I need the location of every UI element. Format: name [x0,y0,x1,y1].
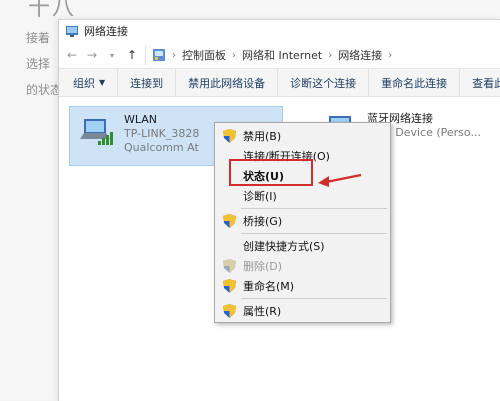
breadcrumb-separator-icon: › [232,49,236,61]
toolbar-organize-button[interactable]: 组织 ▼ [59,69,119,96]
toolbar-diagnose-button[interactable]: 诊断这个连接 [278,69,370,96]
status-highlight-box [229,159,313,186]
toolbar-label: 禁用此网络设备 [188,76,266,90]
toolbar-rename-button[interactable]: 重命名此连接 [369,69,461,96]
breadcrumb-item[interactable]: 控制面板 [182,47,226,63]
menu-item-label: 重命名(M) [243,280,295,293]
uac-shield-icon [223,259,236,273]
window-title: 网络连接 [84,25,128,38]
breadcrumb-separator-icon: › [328,49,333,61]
back-arrow-icon[interactable]: ← [65,48,79,62]
window-titlebar: 网络连接 [59,20,500,42]
menu-item-rename[interactable]: 重命名(M) [215,276,390,296]
background-text-line: 的状态 [26,83,63,97]
menu-item-label: 属性(R) [243,305,282,318]
toolbar-label: 查看此 [472,76,500,90]
menu-item-create-shortcut[interactable]: 创建快捷方式(S) [215,236,390,256]
forward-arrow-icon[interactable]: → [85,48,99,62]
uac-shield-icon [223,129,236,143]
toolbar-label: 连接到 [130,76,164,90]
menu-item-disable[interactable]: 禁用(B) [215,126,390,146]
toolbar-label: 组织 [73,76,95,90]
toolbar-connect-to-button[interactable]: 连接到 [118,69,177,96]
menu-divider [241,208,387,209]
menu-divider [241,233,387,234]
command-toolbar: 组织 ▼ 连接到 禁用此网络设备 诊断这个连接 重命名此连接 查看此 [59,68,500,97]
uac-shield-icon [223,279,236,293]
recent-dropdown-icon[interactable]: ▾ [105,51,119,60]
toolbar-label: 诊断这个连接 [290,76,357,90]
connection-ssid: TP-LINK_3828 [124,127,200,140]
address-bar: ← → ▾ ↑ › 控制面板 › 网络和 Internet › 网络连接 › [59,42,500,68]
network-folder-icon [65,24,79,38]
menu-item-bridge[interactable]: 桥接(G) [215,211,390,231]
breadcrumb: › 控制面板 › 网络和 Internet › 网络连接 › [145,45,392,65]
toolbar-disable-device-button[interactable]: 禁用此网络设备 [176,69,279,96]
breadcrumb-item[interactable]: 网络连接 [338,47,382,63]
menu-item-label: 桥接(G) [243,215,283,228]
menu-item-label: 禁用(B) [243,130,282,143]
control-panel-icon [152,48,166,62]
menu-item-label: 诊断(I) [243,190,277,203]
menu-item-label: 删除(D) [243,260,283,273]
connection-name: WLAN [124,113,158,126]
breadcrumb-item[interactable]: 网络和 Internet [242,47,322,63]
connection-adapter: Qualcomm At [124,141,199,154]
red-pointer-arrow-icon [318,173,362,187]
breadcrumb-separator-icon: › [172,49,176,61]
menu-item-delete: 删除(D) [215,256,390,276]
up-arrow-icon[interactable]: ↑ [125,48,139,62]
wireless-adapter-icon [78,113,116,153]
uac-shield-icon [223,304,236,318]
background-text-line: 接着 [26,31,51,45]
breadcrumb-separator-icon: › [388,49,393,61]
menu-divider [241,298,387,299]
uac-shield-icon [223,214,236,228]
chevron-down-icon: ▼ [99,78,106,87]
context-menu: 禁用(B) 连接/断开连接(O) 状态(U) 诊断(I) 桥接(G) 创建快捷方… [214,122,391,323]
background-text-line: 选择 [26,57,51,71]
toolbar-label: 重命名此连接 [381,76,448,90]
menu-item-label: 创建快捷方式(S) [243,240,325,253]
toolbar-view-status-button[interactable]: 查看此 [460,69,500,96]
menu-item-properties[interactable]: 属性(R) [215,301,390,321]
menu-item-diagnose[interactable]: 诊断(I) [215,186,390,206]
